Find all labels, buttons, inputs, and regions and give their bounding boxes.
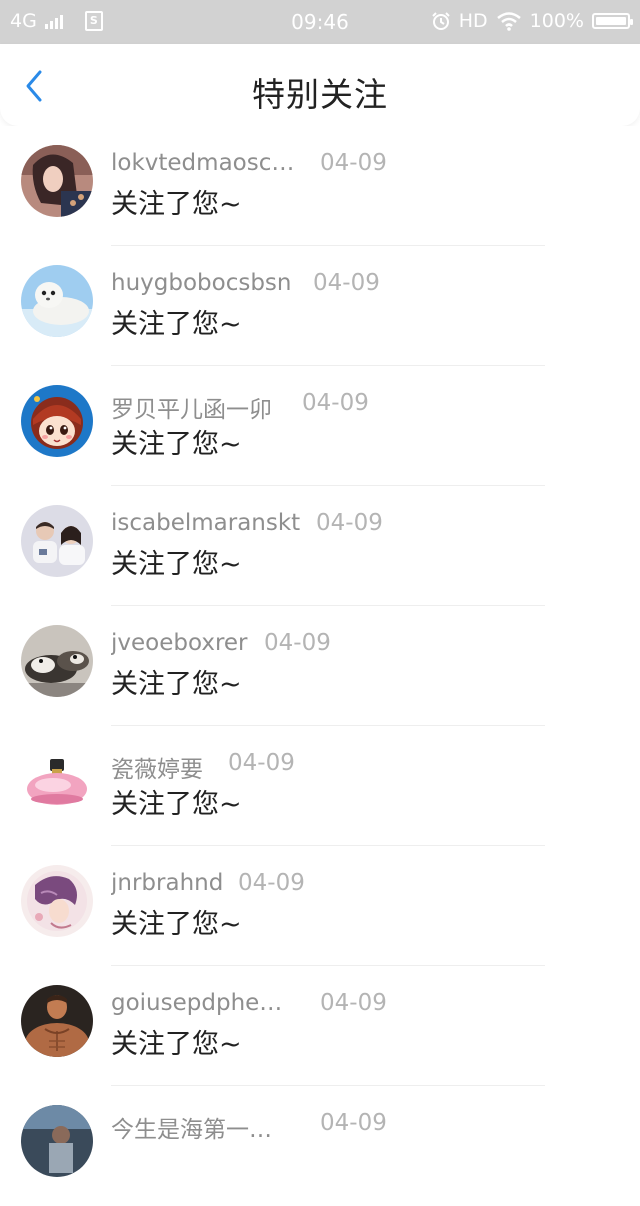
avatar[interactable]: [21, 625, 93, 697]
avatar[interactable]: [21, 985, 93, 1057]
page-title: 特别关注: [252, 75, 388, 114]
list-item[interactable]: jveoeboxrer 04-09 关注了您~: [0, 606, 640, 726]
wifi-icon: [496, 12, 521, 31]
avatar[interactable]: [21, 1105, 93, 1177]
status-bar: 4G S 09:46 HD 100%: [0, 0, 640, 44]
username[interactable]: 罗贝平儿函一卯: [111, 390, 272, 424]
date-label: 04-09: [313, 270, 380, 296]
username[interactable]: jnrbrahnd: [111, 870, 223, 896]
date-label: 04-09: [316, 510, 383, 536]
date-label: 04-09: [238, 870, 305, 896]
date-label: 04-09: [264, 630, 331, 656]
avatar[interactable]: [21, 265, 93, 337]
message-text: 关注了您~: [111, 909, 242, 940]
username[interactable]: jveoeboxrer: [111, 630, 248, 656]
list-item[interactable]: iscabelmaranskt 04-09 关注了您~: [0, 486, 640, 606]
list-item[interactable]: 罗贝平儿函一卯 04-09 关注了您~: [0, 366, 640, 486]
date-label: 04-09: [228, 750, 295, 776]
follow-notification-list: lokvtedmaosc… 04-09 关注了您~ huygbobocsbsn …: [0, 126, 640, 1206]
battery-icon: [592, 13, 633, 29]
list-item[interactable]: lokvtedmaosc… 04-09 关注了您~: [0, 126, 640, 246]
list-item[interactable]: huygbobocsbsn 04-09 关注了您~: [0, 246, 640, 366]
message-text: 关注了您~: [111, 189, 242, 220]
list-item[interactable]: 今生是海第一… 04-09: [0, 1086, 640, 1206]
avatar[interactable]: [21, 145, 93, 217]
alarm-icon: [432, 12, 450, 30]
avatar[interactable]: [21, 385, 93, 457]
message-text: 关注了您~: [111, 549, 242, 580]
battery-percent: 100%: [529, 10, 584, 32]
status-right: HD 100%: [431, 10, 633, 32]
message-text: 关注了您~: [111, 669, 242, 700]
username[interactable]: 今生是海第一…: [111, 1110, 272, 1144]
battery-level: [596, 17, 626, 25]
avatar[interactable]: [21, 745, 93, 817]
list-item[interactable]: goiusepdphe… 04-09 关注了您~: [0, 966, 640, 1086]
nav-header: 特别关注: [0, 44, 640, 126]
date-label: 04-09: [302, 390, 369, 416]
message-text: 关注了您~: [111, 429, 242, 460]
date-label: 04-09: [320, 990, 387, 1016]
username[interactable]: huygbobocsbsn: [111, 270, 292, 296]
list-item[interactable]: 瓷薇婷要 04-09 关注了您~: [0, 726, 640, 846]
message-text: 关注了您~: [111, 309, 242, 340]
date-label: 04-09: [320, 1110, 387, 1136]
list-item[interactable]: jnrbrahnd 04-09 关注了您~: [0, 846, 640, 966]
username[interactable]: iscabelmaranskt: [111, 510, 300, 536]
username[interactable]: goiusepdphe…: [111, 990, 282, 1016]
avatar[interactable]: [21, 865, 93, 937]
avatar[interactable]: [21, 505, 93, 577]
username[interactable]: lokvtedmaosc…: [111, 150, 294, 176]
username[interactable]: 瓷薇婷要: [111, 750, 203, 784]
message-text: 关注了您~: [111, 789, 242, 820]
message-text: 关注了您~: [111, 1029, 242, 1060]
date-label: 04-09: [320, 150, 387, 176]
hd-label: HD: [458, 10, 488, 32]
